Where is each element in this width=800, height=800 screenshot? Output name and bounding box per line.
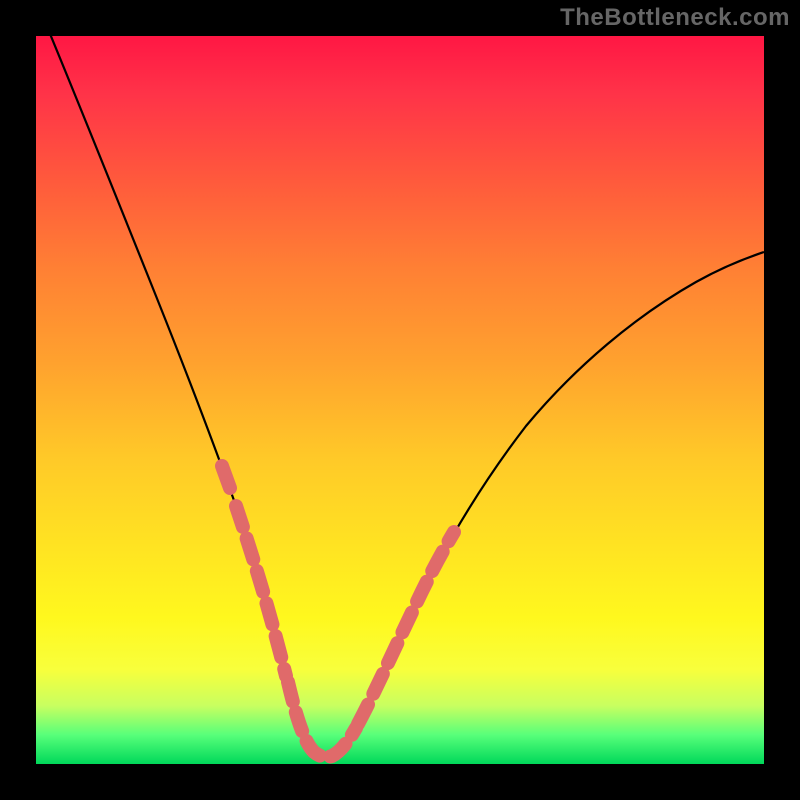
highlight-left-dash-upper bbox=[222, 466, 230, 488]
curve-layer bbox=[36, 36, 764, 764]
highlight-right-dashes bbox=[358, 532, 454, 724]
highlight-bottom-dashes bbox=[288, 682, 356, 757]
watermark-text: TheBottleneck.com bbox=[560, 4, 790, 32]
highlight-left-dashes bbox=[236, 506, 286, 676]
chart-frame: TheBottleneck.com bbox=[0, 0, 800, 800]
plot-area bbox=[36, 36, 764, 764]
